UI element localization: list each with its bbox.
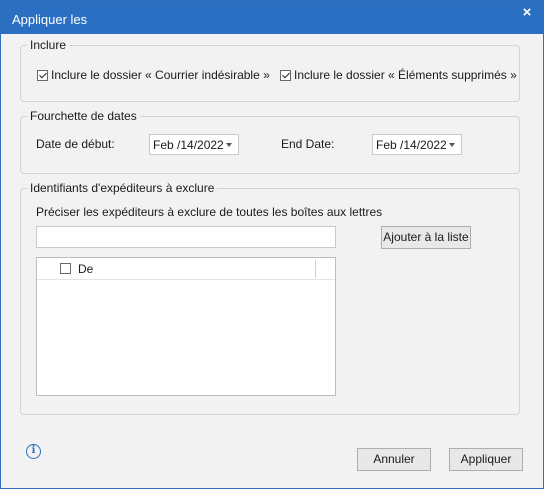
apply-button[interactable]: Appliquer [449, 448, 523, 471]
start-date-label: Date de début: [36, 137, 115, 151]
apply-dialog: Appliquer les × Inclure Inclure le dossi… [0, 0, 544, 489]
chevron-down-icon[interactable] [449, 142, 455, 147]
select-all-checkbox[interactable] [60, 263, 71, 274]
senders-list[interactable]: De [36, 257, 336, 396]
junk-folder-label: Inclure le dossier « Courrier indésirabl… [51, 68, 270, 82]
sender-input[interactable] [36, 226, 336, 248]
list-header-de[interactable]: De [78, 262, 93, 276]
cancel-button[interactable]: Annuler [357, 448, 431, 471]
end-date-picker[interactable]: Feb /14/2022 [372, 134, 462, 155]
start-date-value: Feb /14/2022 [153, 137, 224, 152]
info-icon[interactable]: i [26, 444, 41, 459]
excluded-senders-group: Identifiants d'expéditeurs à exclure Pré… [20, 181, 520, 415]
column-divider[interactable] [315, 260, 316, 278]
deleted-items-checkbox[interactable] [280, 69, 291, 81]
excluded-senders-legend: Identifiants d'expéditeurs à exclure [27, 181, 218, 195]
junk-folder-checkbox[interactable] [37, 69, 48, 81]
deleted-items-label: Inclure le dossier « Éléments supprimés … [294, 68, 517, 82]
end-date-label: End Date: [281, 137, 335, 151]
junk-folder-option[interactable]: Inclure le dossier « Courrier indésirabl… [37, 68, 270, 82]
deleted-items-option[interactable]: Inclure le dossier « Éléments supprimés … [280, 68, 517, 82]
add-to-list-button[interactable]: Ajouter à la liste [381, 226, 471, 249]
include-legend: Inclure [27, 38, 70, 52]
end-date-value: Feb /14/2022 [376, 137, 447, 152]
list-header: De [37, 258, 335, 280]
date-range-group: Fourchette de dates Date de début: Feb /… [20, 109, 520, 174]
date-range-legend: Fourchette de dates [27, 109, 140, 123]
start-date-picker[interactable]: Feb /14/2022 [149, 134, 239, 155]
include-group: Inclure Inclure le dossier « Courrier in… [20, 38, 520, 102]
window-title: Appliquer les [12, 12, 88, 27]
senders-instruction: Préciser les expéditeurs à exclure de to… [36, 205, 383, 219]
chevron-down-icon[interactable] [226, 142, 232, 147]
close-button[interactable]: × [513, 3, 541, 25]
title-bar: Appliquer les × [1, 1, 543, 34]
